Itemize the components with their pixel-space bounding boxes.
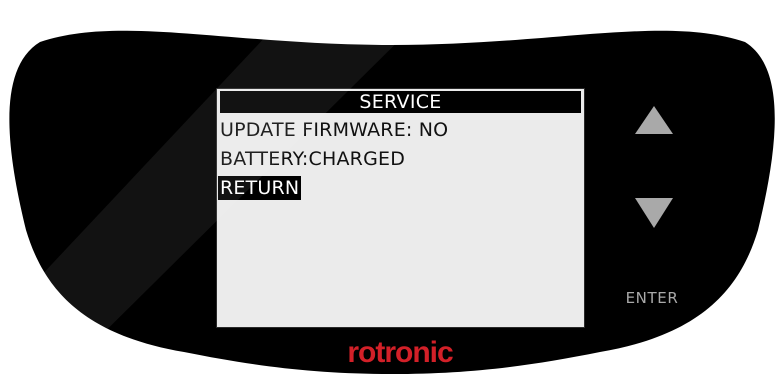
svg-text:rotronic: rotronic <box>347 336 453 369</box>
arrow-up-icon <box>635 106 673 134</box>
down-button[interactable] <box>630 190 678 234</box>
up-button[interactable] <box>630 100 678 144</box>
device-panel: SERVICE UPDATE FIRMWARE: NO BATTERY:CHAR… <box>0 0 783 376</box>
enter-button[interactable]: ENTER <box>612 286 692 310</box>
screen-title: SERVICE <box>220 91 581 113</box>
menu-item-return[interactable]: RETURN <box>218 176 302 200</box>
menu-item-battery[interactable]: BATTERY:CHARGED <box>220 147 405 171</box>
lcd-screen: SERVICE UPDATE FIRMWARE: NO BATTERY:CHAR… <box>216 88 585 328</box>
rotronic-logo: rotronic <box>347 336 454 369</box>
menu-item-update-firmware[interactable]: UPDATE FIRMWARE: NO <box>220 118 448 142</box>
arrow-down-icon <box>635 198 673 228</box>
